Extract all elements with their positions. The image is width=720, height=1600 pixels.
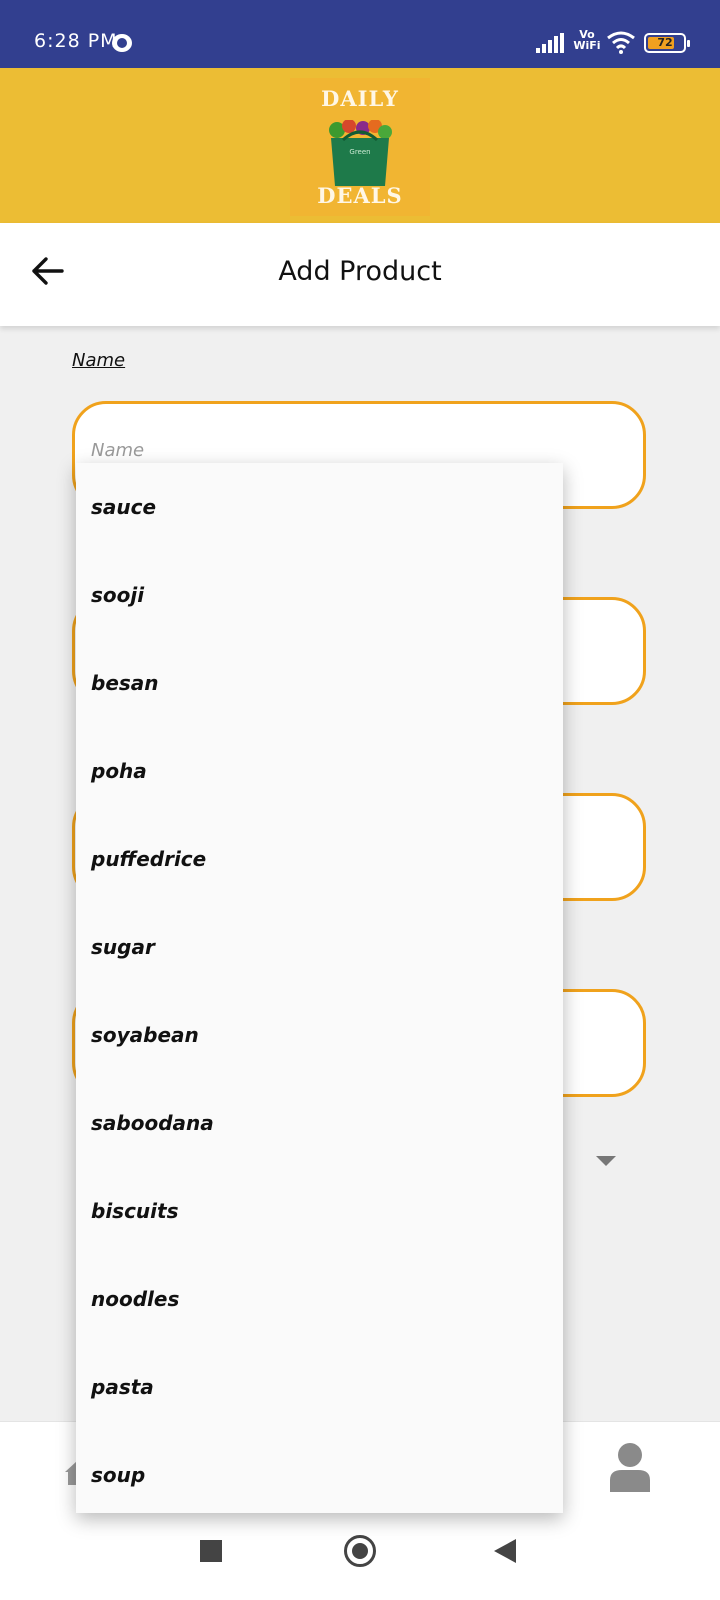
category-dropdown-arrow-icon[interactable] [596, 1156, 616, 1166]
vowifi-bottom: WiFi [573, 39, 601, 52]
daily-deals-logo: DAILY Green DEALS [290, 78, 430, 216]
battery-icon: 72 [644, 33, 690, 53]
logo-top-text: DAILY [321, 86, 399, 111]
wifi-icon [607, 31, 635, 54]
system-navigation-bar [0, 1512, 720, 1600]
vowifi-icon: Vo WiFi [572, 29, 602, 51]
dropdown-item[interactable]: poha [76, 727, 563, 815]
battery-level: 72 [657, 36, 673, 49]
dropdown-item[interactable]: soyabean [76, 991, 563, 1079]
status-time: 6:28 PM [34, 30, 118, 52]
dropdown-item[interactable]: saboodana [76, 1079, 563, 1167]
dropdown-item[interactable]: pasta [76, 1343, 563, 1431]
status-bar: 6:28 PM Vo WiFi 72 [0, 0, 720, 68]
dropdown-item[interactable]: besan [76, 639, 563, 727]
app-header: Add Product [0, 223, 720, 326]
page-title: Add Product [278, 256, 442, 287]
profile-icon[interactable] [608, 1442, 652, 1492]
dropdown-item[interactable]: noodles [76, 1255, 563, 1343]
notification-icon [112, 34, 132, 52]
dropdown-item[interactable]: puffedrice [76, 815, 563, 903]
grocery-bag-icon: Green [329, 120, 392, 186]
logo-bottom-text: DEALS [317, 183, 403, 208]
name-input[interactable] [91, 440, 611, 461]
brand-banner: DAILY Green DEALS [0, 68, 720, 223]
home-button-icon[interactable] [344, 1535, 376, 1567]
signal-icon [536, 33, 564, 53]
dropdown-item[interactable]: biscuits [76, 1167, 563, 1255]
name-label: Name [72, 350, 126, 371]
dropdown-item[interactable]: soup [76, 1431, 563, 1519]
system-back-icon[interactable] [494, 1539, 516, 1563]
dropdown-item[interactable]: sugar [76, 903, 563, 991]
dropdown-item[interactable]: sooji [76, 551, 563, 639]
bag-label: Green [349, 148, 370, 156]
dropdown-item[interactable]: sauce [76, 463, 563, 551]
category-dropdown-list: sauce sooji besan poha puffedrice sugar … [76, 463, 563, 1513]
recent-apps-icon[interactable] [200, 1540, 222, 1562]
